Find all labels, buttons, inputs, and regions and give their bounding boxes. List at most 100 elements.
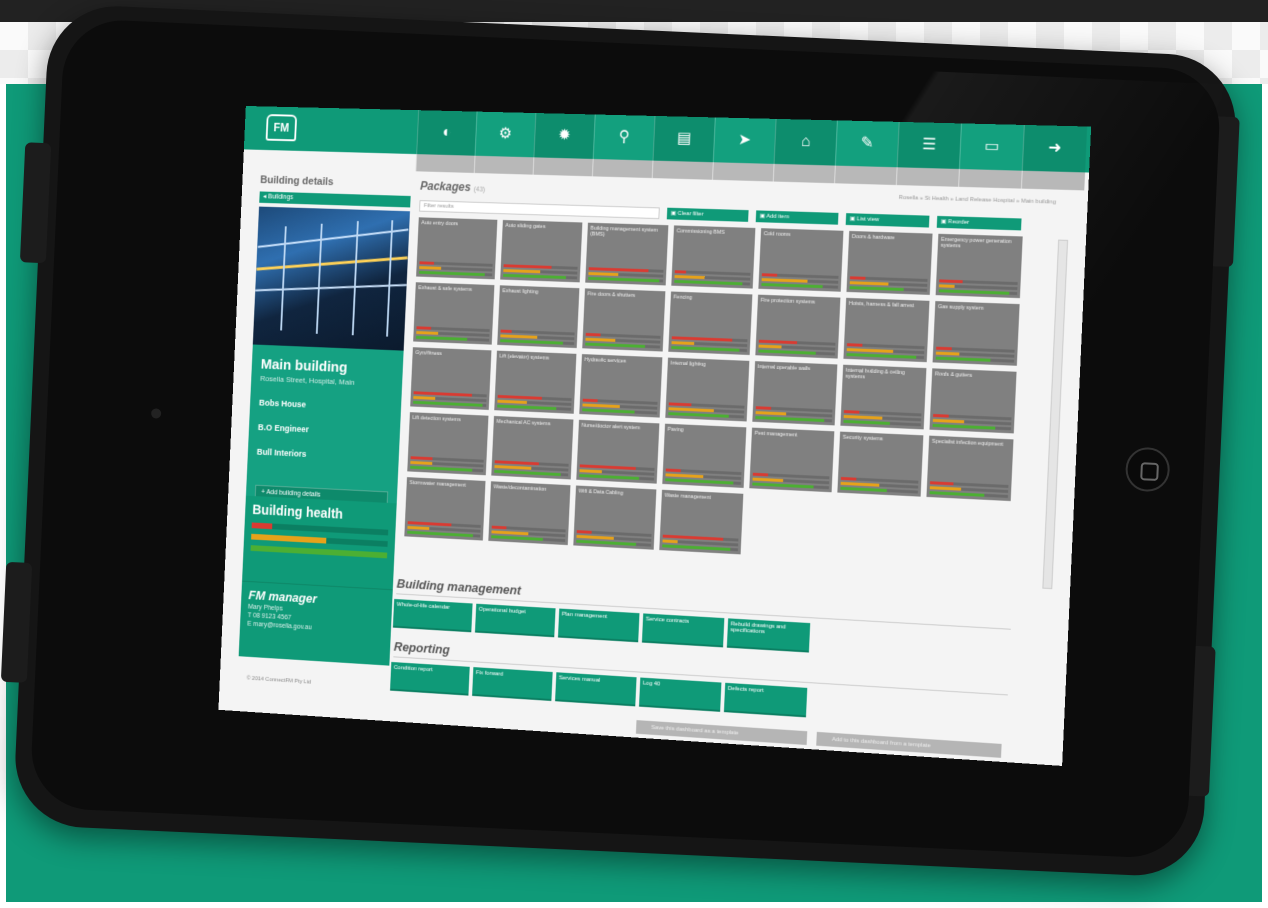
building-management-button[interactable]: Plan management xyxy=(557,608,640,643)
building-photo xyxy=(252,206,410,351)
packages-title-text: Packages xyxy=(419,179,472,194)
package-tile-name: Roofs & gutters xyxy=(934,371,973,379)
reporting-button[interactable]: Fix forward xyxy=(472,667,553,701)
calendar-icon[interactable]: ▭ xyxy=(958,123,1024,171)
add-item-button[interactable]: ▣ Add item xyxy=(755,210,839,225)
package-tile[interactable]: Roofs & gutters xyxy=(929,368,1017,434)
filter-search-input[interactable]: Filter results xyxy=(419,200,660,220)
building-management-button[interactable]: Rebuild drawings and specifications xyxy=(726,618,811,653)
package-tile-name: Auto sliding gates xyxy=(505,222,546,230)
package-tile[interactable]: Hoists, harness & fall arrest xyxy=(843,297,930,363)
nav-sub-tab[interactable] xyxy=(415,154,475,173)
package-tile-name: Fire protection systems xyxy=(760,297,816,306)
package-health-bar xyxy=(582,408,658,415)
package-tile-name: Exhaust & safe systems xyxy=(418,285,473,293)
package-tile[interactable]: Fire doors & shutters xyxy=(582,288,666,352)
package-tile[interactable]: Gas supply system xyxy=(932,301,1020,366)
package-tile-name: Exhaust lighting xyxy=(502,288,539,296)
package-tile[interactable]: Security systems xyxy=(837,431,924,497)
package-health-bar xyxy=(671,346,748,352)
package-health-bar xyxy=(938,289,1018,296)
reporting-button[interactable]: Defects report xyxy=(723,682,808,718)
gear-icon[interactable]: ✹ xyxy=(533,113,595,159)
package-tile[interactable]: Waste management xyxy=(659,489,744,555)
health-bar-red xyxy=(251,522,389,536)
package-tile[interactable]: Internal operable walls xyxy=(752,361,838,426)
reporting-button[interactable]: Condition report xyxy=(390,661,470,696)
contact-link[interactable]: Bull Interiors xyxy=(257,447,390,463)
nav-sub-tab[interactable] xyxy=(958,168,1022,189)
package-tile[interactable]: Specialist infection equipment xyxy=(926,435,1014,502)
package-tile[interactable]: Internal building & ceiling systems xyxy=(840,364,927,430)
package-health-bar xyxy=(935,356,1015,363)
reorder-button[interactable]: ▣ Reorder xyxy=(936,215,1022,231)
add-from-template-button[interactable]: Add to this dashboard from a template xyxy=(816,731,1002,758)
share-icon[interactable]: ⚙ xyxy=(474,111,536,158)
package-tile-name: Internal operable walls xyxy=(757,364,811,373)
package-health-bar xyxy=(761,283,839,289)
contact-link[interactable]: B.O Engineer xyxy=(258,422,391,438)
list-icon[interactable]: ☰ xyxy=(896,121,962,169)
package-tile[interactable]: Auto entry doors xyxy=(416,217,498,280)
package-tile[interactable]: Commissioning BMS xyxy=(671,225,756,289)
nav-sub-tab[interactable] xyxy=(834,165,897,186)
document-icon[interactable]: ▤ xyxy=(652,115,715,163)
package-tile[interactable]: Doors & hardware xyxy=(846,230,933,295)
fm-logo[interactable]: FM xyxy=(265,114,298,142)
building-management-button[interactable]: Service contracts xyxy=(641,613,725,648)
building-management-button[interactable]: Operational budget xyxy=(474,603,556,638)
package-tile[interactable]: Exhaust lighting xyxy=(497,285,580,349)
building-health-panel: Building health xyxy=(242,495,397,590)
contact-link[interactable]: Bobs House xyxy=(259,398,392,413)
health-bar-green xyxy=(250,545,388,559)
package-health-bar xyxy=(849,286,928,292)
package-tile[interactable]: Wifi & Data Cabling xyxy=(573,485,657,550)
globe-icon[interactable]: ◐ xyxy=(416,110,477,156)
back-to-buildings-button[interactable]: ◂ Buildings xyxy=(259,191,411,208)
building-management-button[interactable]: Whole-of-life calendar xyxy=(392,598,473,633)
reporting-button[interactable]: Log 40 xyxy=(639,677,722,712)
nav-sub-tab[interactable] xyxy=(712,162,774,182)
reporting-button[interactable]: Services manual xyxy=(555,672,637,707)
logout-icon[interactable]: ➜ xyxy=(1021,124,1088,173)
package-tile[interactable]: Pest management xyxy=(749,427,835,493)
package-tile[interactable]: Stormwater management xyxy=(404,477,486,541)
package-tile[interactable]: Exhaust & safe systems xyxy=(413,282,495,345)
nav-sub-tab[interactable] xyxy=(473,155,534,175)
wrench-icon[interactable]: ✎ xyxy=(834,120,899,168)
nav-sub-tab[interactable] xyxy=(895,167,959,187)
list-view-button[interactable]: ▣ List view xyxy=(845,213,930,228)
package-tile[interactable]: Gym/fitness xyxy=(410,347,492,410)
package-tile[interactable]: Fire protection systems xyxy=(755,294,841,359)
package-tile-name: Fire doors & shutters xyxy=(587,291,636,299)
nav-sub-tab[interactable] xyxy=(651,160,713,180)
clear-filter-button[interactable]: ▣ Clear filter xyxy=(666,207,749,222)
nav-sub-tab[interactable] xyxy=(772,163,835,184)
save-template-button[interactable]: Save this dashboard as a template xyxy=(635,720,808,745)
package-tile[interactable]: Nurse/doctor alert system xyxy=(576,419,660,484)
package-tile[interactable]: Waste/decontamination xyxy=(488,481,571,546)
fm-manager-panel: FM manager Mary Phelps T 08 9123 4567 E … xyxy=(238,580,393,666)
package-tile[interactable]: Auto sliding gates xyxy=(500,219,583,283)
nav-sub-tab[interactable] xyxy=(532,157,593,177)
building-icon[interactable]: ⌂ xyxy=(773,118,837,166)
package-tile[interactable]: Lift (elevator) systems xyxy=(494,350,577,414)
package-tile[interactable]: Building management system (BMS) xyxy=(585,222,669,286)
nav-sub-tab[interactable] xyxy=(591,158,653,179)
package-tile[interactable]: Mechanical AC systems xyxy=(491,415,574,480)
package-tile-name: Commissioning BMS xyxy=(676,228,725,236)
plane-icon[interactable]: ➤ xyxy=(712,117,776,164)
package-tile[interactable]: Paving xyxy=(662,423,747,488)
package-tile[interactable]: Cold rooms xyxy=(758,228,844,292)
package-scrollbar[interactable] xyxy=(1042,239,1069,590)
nav-sub-tab[interactable] xyxy=(1020,170,1086,191)
pin-icon[interactable]: ⚲ xyxy=(592,114,655,161)
package-tile[interactable]: Lift detection systems xyxy=(407,412,489,476)
package-tile[interactable]: Emergency power generation systems xyxy=(935,233,1023,299)
package-tile[interactable]: Hydraulic services xyxy=(579,354,663,418)
package-tile[interactable]: Internal lighting xyxy=(665,357,750,422)
package-tile[interactable]: Fencing xyxy=(668,291,753,356)
home-button[interactable] xyxy=(1124,446,1171,493)
reporting-buttons: Condition report Fix forward Services manu… xyxy=(390,661,808,718)
package-tile-name: Gym/fitness xyxy=(415,350,442,358)
